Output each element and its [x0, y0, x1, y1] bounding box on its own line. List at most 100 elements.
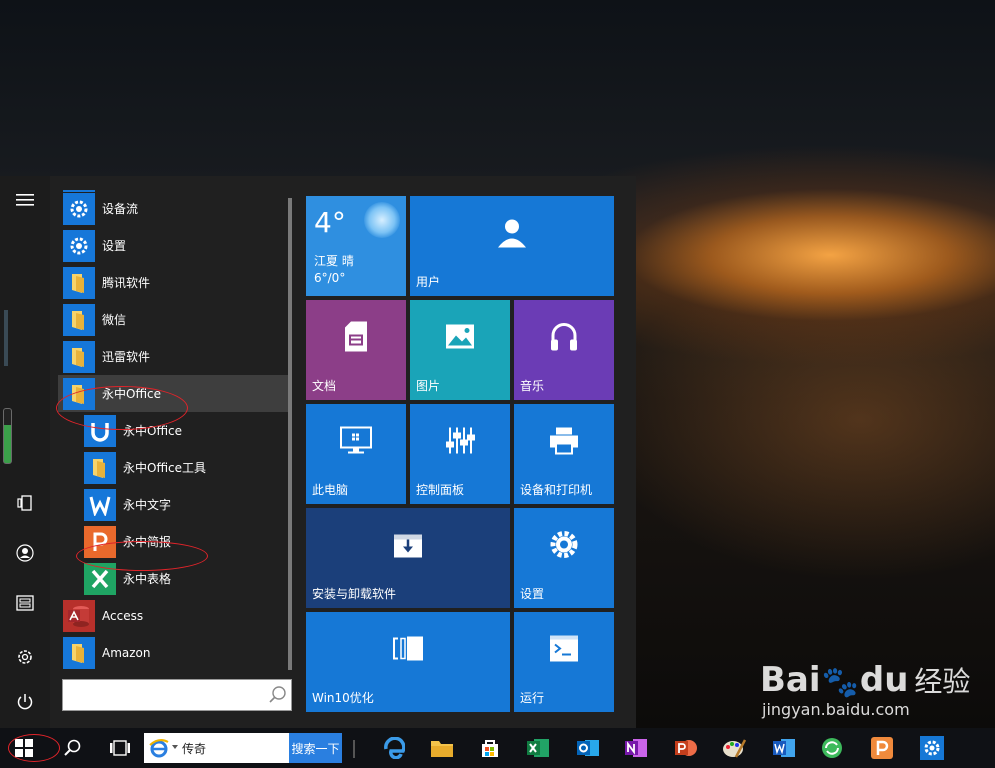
app-list-item-label: Access — [102, 608, 144, 623]
gear-icon — [63, 229, 95, 262]
documents-tile[interactable]: 文档 — [306, 300, 406, 400]
app-list-item[interactable]: 永中Office — [58, 375, 288, 412]
install-uninstall-tile[interactable]: 安装与卸载软件 — [306, 508, 510, 608]
optimize-icon — [392, 635, 424, 666]
tile-label: 此电脑 — [312, 483, 349, 497]
weather-location: 江夏 晴 — [314, 254, 354, 268]
tile-label: 安装与卸载软件 — [312, 587, 397, 601]
start-search-box[interactable] — [62, 679, 292, 711]
tile-label: 音乐 — [520, 379, 545, 393]
music-tile[interactable]: 音乐 — [514, 300, 614, 400]
folder-icon — [63, 303, 95, 336]
app-list-item[interactable]: 永中Office — [58, 412, 288, 449]
app-list-item[interactable]: 永中简报 — [58, 523, 288, 560]
app-list-item[interactable]: 设备流 — [58, 190, 288, 227]
watermark-brand: Bai — [760, 660, 821, 700]
app-list-item-label: 设置 — [102, 239, 127, 253]
user-tile[interactable]: 用户 — [410, 196, 614, 296]
gear-icon — [548, 529, 580, 564]
power-icon[interactable] — [13, 690, 37, 714]
box-download-icon — [393, 531, 423, 562]
sliders-icon — [445, 426, 475, 459]
app-list-item-label: 永中简报 — [123, 535, 172, 549]
tile-label: Win10优化 — [312, 691, 374, 705]
app-list-scrollbar[interactable] — [288, 198, 292, 670]
taskbar-search-button[interactable]: 搜索一下 — [289, 733, 342, 763]
settings-app-icon[interactable] — [918, 734, 946, 762]
app-list-item-label: 腾讯软件 — [102, 276, 151, 290]
taskbar: 传奇 搜索一下 — [0, 728, 995, 768]
app-list-item[interactable]: 设置 — [58, 227, 288, 264]
battery-indicator — [3, 408, 12, 464]
task-view-icon[interactable] — [106, 734, 134, 762]
yozo-spreadsheet-icon — [84, 562, 116, 595]
powerpoint-icon[interactable] — [672, 734, 700, 762]
tile-label: 文档 — [312, 379, 337, 393]
weather-temperature: 4° — [314, 206, 346, 239]
paint-icon[interactable] — [720, 734, 748, 762]
search-icon — [269, 686, 287, 708]
app-list-item[interactable]: 迅雷软件 — [58, 338, 288, 375]
app-list-item-label: 永中Office — [123, 424, 183, 438]
file-explorer-icon[interactable] — [13, 591, 37, 615]
sync-app-icon[interactable] — [818, 734, 846, 762]
tile-label: 图片 — [416, 379, 441, 393]
onenote-icon[interactable] — [622, 734, 650, 762]
monitor-icon — [340, 426, 372, 458]
app-list-item[interactable]: 永中Office工具 — [58, 449, 288, 486]
file-explorer-icon[interactable] — [428, 734, 456, 762]
this-pc-tile[interactable]: 此电脑 — [306, 404, 406, 504]
app-list-item-label: 迅雷软件 — [102, 350, 151, 364]
weather-tile[interactable]: 4° 江夏 晴 6°/0° — [306, 196, 406, 296]
pictures-tile[interactable]: 图片 — [410, 300, 510, 400]
edge-browser-icon[interactable] — [380, 734, 408, 762]
app-list-item-label: 永中Office工具 — [123, 461, 207, 475]
run-console-icon — [549, 635, 579, 666]
document-icon — [343, 321, 369, 355]
gear-icon — [63, 192, 95, 225]
settings-gear-icon[interactable] — [13, 645, 37, 669]
control-panel-tile[interactable]: 控制面板 — [410, 404, 510, 504]
app-list-item-label: 永中表格 — [123, 572, 172, 586]
app-list-item[interactable]: 微信 — [58, 301, 288, 338]
hamburger-menu-icon[interactable] — [13, 188, 37, 212]
watermark-url: jingyan.baidu.com — [762, 700, 910, 719]
yozo-office-icon — [84, 414, 116, 447]
start-menu: 设备流 设置 腾讯软件 微信 迅雷软件 永中Office 永中Office 永中Office工… — [0, 176, 636, 728]
search-icon[interactable] — [58, 734, 86, 762]
folder-icon — [63, 340, 95, 373]
app-list-item-label: Amazon — [102, 645, 151, 660]
taskbar-search-value: 传奇 — [182, 742, 207, 756]
headphones-icon — [549, 322, 579, 355]
yozo-writer-icon — [84, 488, 116, 521]
start-search-input[interactable] — [69, 680, 263, 710]
paw-icon: 🐾 — [821, 665, 859, 700]
windows-start-button[interactable] — [10, 734, 38, 762]
user-account-icon[interactable] — [13, 541, 37, 565]
yozo-presentation-icon[interactable] — [868, 734, 896, 762]
outlook-icon[interactable] — [574, 734, 602, 762]
folder-icon — [63, 377, 95, 410]
app-list-item-label: 设备流 — [102, 202, 139, 216]
store-icon[interactable] — [476, 734, 504, 762]
picture-icon — [445, 324, 475, 353]
run-tile[interactable]: 运行 — [514, 612, 614, 712]
app-list-item[interactable]: 永中文字 — [58, 486, 288, 523]
devices-printers-tile[interactable]: 设备和打印机 — [514, 404, 614, 504]
printer-icon — [549, 427, 579, 458]
access-icon — [63, 599, 95, 632]
win10-optimize-tile[interactable]: Win10优化 — [306, 612, 510, 712]
app-list[interactable]: 设备流设置腾讯软件微信迅雷软件永中Office 永中Office 永中Office工… — [58, 190, 288, 670]
excel-icon[interactable] — [524, 734, 552, 762]
chevron-down-icon[interactable] — [172, 745, 178, 749]
app-list-item[interactable]: 永中表格 — [58, 560, 288, 597]
word-icon[interactable] — [770, 734, 798, 762]
tile-label: 控制面板 — [416, 483, 465, 497]
settings-tile[interactable]: 设置 — [514, 508, 614, 608]
app-list-item[interactable]: Access — [58, 597, 288, 634]
folder-icon — [63, 636, 95, 669]
app-list-item[interactable]: Amazon — [58, 634, 288, 670]
tablet-mode-icon[interactable] — [13, 491, 37, 515]
app-list-item[interactable]: 腾讯软件 — [58, 264, 288, 301]
person-icon — [496, 217, 528, 252]
